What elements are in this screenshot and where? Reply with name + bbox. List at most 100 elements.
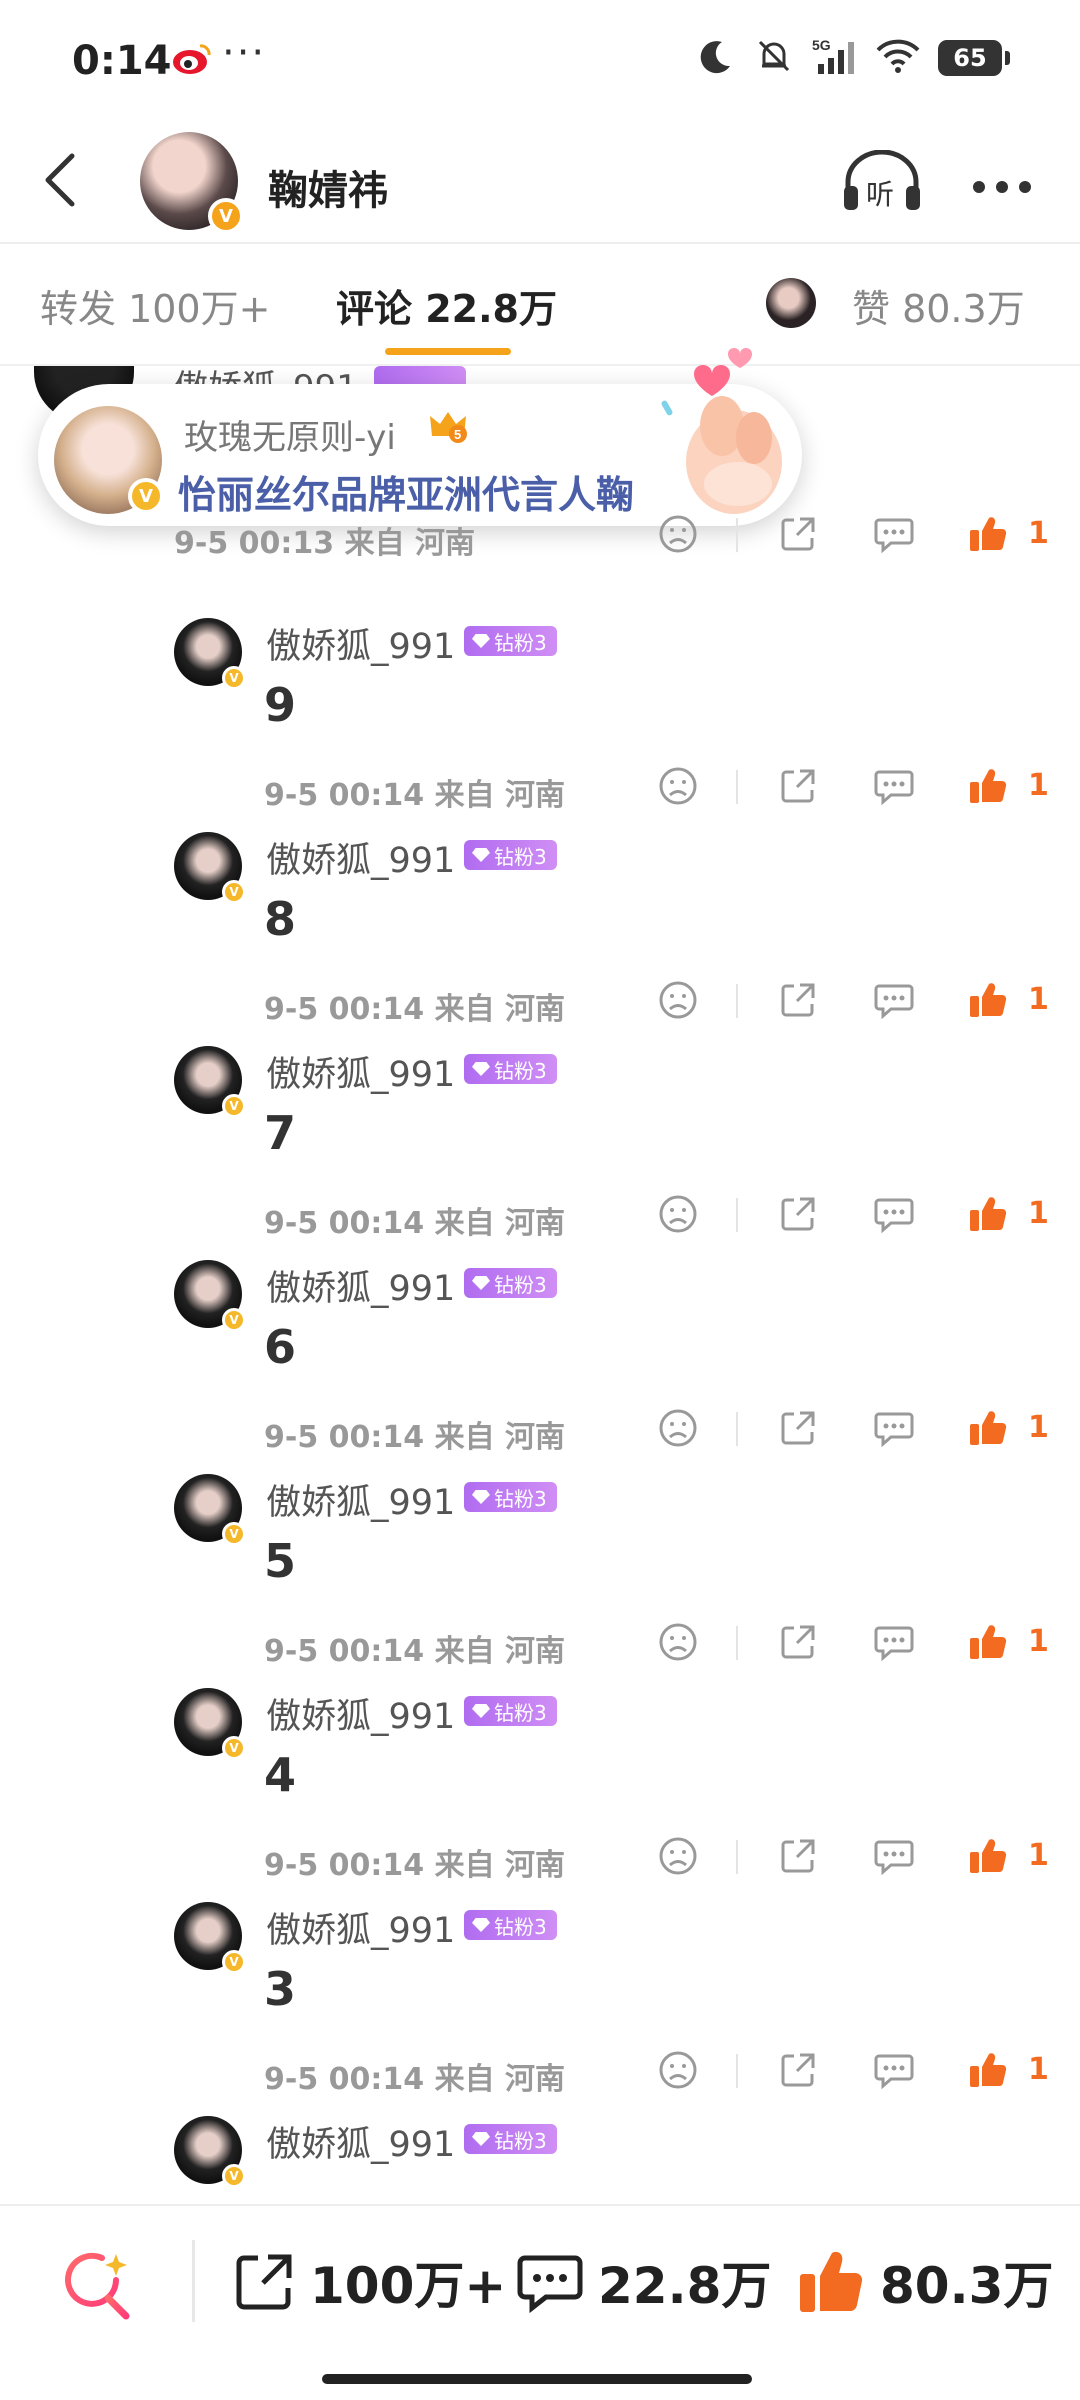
reply-button[interactable]: [872, 1834, 916, 1878]
comment-item: V 傲娇狐_991 钻粉3 6 9-5 00:14 来自 河南 1: [0, 1260, 1080, 1478]
share-icon: [781, 1197, 815, 1231]
share-button[interactable]: [776, 1620, 820, 1664]
dislike-button[interactable]: [656, 2048, 700, 2092]
fan-badge[interactable]: 钻粉3: [464, 1482, 557, 1512]
like-button[interactable]: [966, 1620, 1010, 1664]
like-button[interactable]: [966, 1406, 1010, 1450]
like-button[interactable]: [966, 512, 1010, 556]
share-button[interactable]: [776, 512, 820, 556]
comment-username[interactable]: 傲娇狐_991: [266, 1474, 455, 1525]
more-button[interactable]: [972, 158, 1032, 198]
page-title[interactable]: 鞠婧祎: [268, 158, 388, 216]
listen-button[interactable]: 听: [842, 149, 922, 214]
comment-button[interactable]: 22.8万: [516, 2246, 771, 2318]
comment-avatar[interactable]: V: [174, 832, 246, 904]
tab-bar: 转发 100万+ 评论 22.8万 赞 80.3万: [0, 244, 1080, 364]
share-button[interactable]: [776, 1406, 820, 1450]
dislike-button[interactable]: [656, 978, 700, 1022]
reply-button[interactable]: [872, 2048, 916, 2092]
status-time: 0:14: [72, 38, 172, 84]
home-indicator[interactable]: [322, 2374, 752, 2384]
fan-badge[interactable]: 钻粉3: [464, 1268, 557, 1298]
diamond-icon: [472, 1918, 490, 1932]
notification-dots: ···: [222, 30, 267, 76]
comment-username[interactable]: 傲娇狐_991: [266, 832, 455, 883]
dislike-button[interactable]: [656, 1406, 700, 1450]
header: V 鞠婧祎 听: [0, 120, 1080, 244]
repost-button[interactable]: 100万+: [232, 2246, 506, 2318]
comment-username[interactable]: 傲娇狐_991: [266, 2116, 455, 2167]
comment-item: V 傲娇狐_991 钻粉3 8 9-5 00:14 来自 河南 1: [0, 832, 1080, 1050]
like-count: 1: [1028, 1624, 1049, 1659]
verified-badge: V: [222, 1522, 246, 1546]
back-icon: [45, 153, 75, 207]
tab-repost[interactable]: 转发 100万+: [40, 278, 270, 333]
fan-badge[interactable]: 钻粉3: [464, 1054, 557, 1084]
fan-badge[interactable]: 钻粉3: [464, 840, 557, 870]
like-button[interactable]: [966, 1192, 1010, 1236]
like-button-bottom[interactable]: 80.3万: [796, 2246, 1053, 2318]
comment-username[interactable]: 傲娇狐_991: [266, 1260, 455, 1311]
like-button[interactable]: [966, 2048, 1010, 2092]
comment-text: 3: [264, 1962, 297, 2016]
tab-likes[interactable]: 赞 80.3万: [852, 278, 1025, 333]
dislike-button[interactable]: [656, 512, 700, 556]
like-count: 1: [1028, 768, 1049, 803]
comment-icon: [517, 2255, 583, 2314]
tab-comments[interactable]: 评论 22.8万: [336, 278, 557, 333]
fan-badge[interactable]: 钻粉3: [464, 1910, 557, 1940]
comment-avatar[interactable]: V: [174, 618, 246, 690]
comment-text: 7: [264, 1106, 297, 1160]
like-button[interactable]: [966, 1834, 1010, 1878]
comment-avatar[interactable]: V: [174, 1046, 246, 1118]
comment-username[interactable]: 傲娇狐_991: [266, 618, 455, 669]
share-button[interactable]: [776, 764, 820, 808]
comment-username[interactable]: 傲娇狐_991: [266, 1688, 455, 1739]
action-separator: [736, 1626, 738, 1660]
reply-button[interactable]: [872, 978, 916, 1022]
reply-button[interactable]: [872, 512, 916, 556]
like-count: 1: [1028, 982, 1049, 1017]
comment-avatar[interactable]: V: [174, 1260, 246, 1332]
comment-avatar[interactable]: V: [174, 1474, 246, 1546]
comment-avatar[interactable]: V: [174, 1688, 246, 1760]
comment-avatar[interactable]: V: [174, 2116, 246, 2188]
like-button[interactable]: [966, 978, 1010, 1022]
share-button[interactable]: [776, 978, 820, 1022]
dislike-button[interactable]: [656, 1620, 700, 1664]
action-separator: [736, 1198, 738, 1232]
comment-icon: [874, 1840, 914, 1876]
back-button[interactable]: [28, 148, 92, 212]
share-button[interactable]: [776, 1834, 820, 1878]
action-separator: [736, 1412, 738, 1446]
fan-badge[interactable]: 钻粉3: [464, 1696, 557, 1726]
repost-count: 100万+: [310, 2257, 507, 2315]
fan-badge[interactable]: 钻粉3: [464, 2124, 557, 2154]
dislike-button[interactable]: [656, 1834, 700, 1878]
action-separator: [736, 1840, 738, 1874]
signal-icon: 5G: [812, 36, 858, 80]
dislike-icon: [659, 981, 697, 1019]
verified-badge: V: [222, 1308, 246, 1332]
share-icon: [236, 2254, 292, 2310]
diamond-icon: [472, 634, 490, 648]
battery-indicator: 65: [938, 40, 1010, 76]
comment-avatar[interactable]: V: [174, 1902, 246, 1974]
reply-button[interactable]: [872, 1620, 916, 1664]
header-avatar[interactable]: V: [140, 132, 244, 234]
verified-badge: V: [208, 198, 244, 234]
share-button[interactable]: [776, 2048, 820, 2092]
reply-button[interactable]: [872, 1192, 916, 1236]
comment-username[interactable]: 傲娇狐_991: [266, 1902, 455, 1953]
fan-badge[interactable]: 钻粉3: [464, 626, 557, 656]
like-button[interactable]: [966, 764, 1010, 808]
comment-text: 6: [264, 1320, 297, 1374]
share-button[interactable]: [776, 1192, 820, 1236]
comment-username[interactable]: 傲娇狐_991: [266, 1046, 455, 1097]
reply-button[interactable]: [872, 764, 916, 808]
reply-button[interactable]: [872, 1406, 916, 1450]
action-separator: [736, 984, 738, 1018]
search-sparkle-button[interactable]: [62, 2250, 134, 2322]
dislike-button[interactable]: [656, 764, 700, 808]
dislike-button[interactable]: [656, 1192, 700, 1236]
